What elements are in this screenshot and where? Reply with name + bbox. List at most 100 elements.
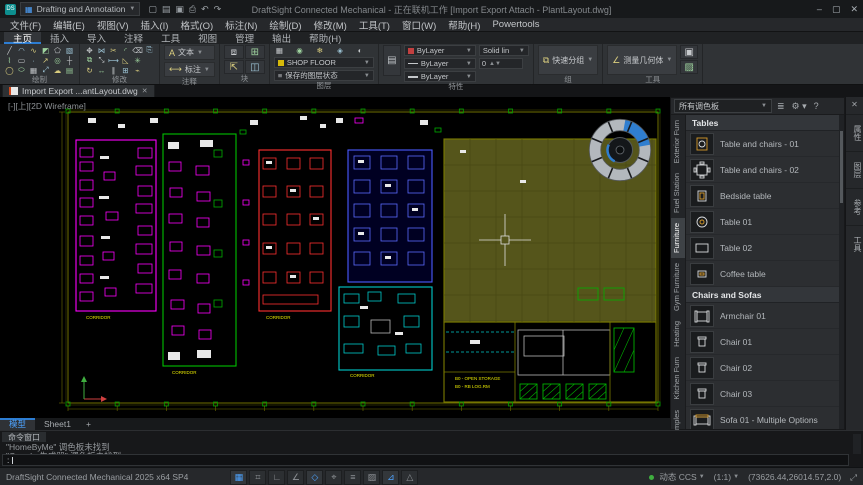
- offset-icon[interactable]: ∥: [108, 65, 119, 75]
- centerline-icon[interactable]: ┼: [64, 55, 75, 65]
- undo-icon[interactable]: ↶: [201, 4, 209, 15]
- layer-lock-icon[interactable]: ◈: [334, 45, 345, 55]
- annotation-scale-toggle[interactable]: △: [401, 470, 418, 485]
- menu-item-8[interactable]: 工具(T): [353, 18, 396, 32]
- help-icon[interactable]: ?: [812, 101, 821, 111]
- new-icon[interactable]: ▢: [148, 4, 157, 15]
- dimension-button[interactable]: ⟷标注▼: [164, 62, 215, 77]
- ribbon-tab-5[interactable]: 视图: [189, 31, 226, 44]
- viewport-label[interactable]: [-][上][2D Wireframe]: [8, 100, 86, 112]
- spline-icon[interactable]: ∿: [28, 45, 39, 55]
- palette-item[interactable]: Sofa 01 - Multiple Options: [686, 407, 839, 429]
- extend-icon[interactable]: ⟼: [108, 55, 119, 65]
- ribbon-tab-0[interactable]: 主页: [4, 31, 41, 44]
- workspace-selector[interactable]: ▦ Drafting and Annotation ▼: [20, 2, 140, 16]
- layer-freeze-icon[interactable]: ❄: [314, 45, 325, 55]
- layer-isolate-icon[interactable]: ◐: [355, 45, 366, 55]
- document-tab[interactable]: Import Export ...antLayout.dwg ✕: [2, 84, 155, 97]
- ribbon-tab-2[interactable]: 导入: [78, 31, 115, 44]
- polyline-icon[interactable]: ⌇: [4, 55, 15, 65]
- polygon-icon[interactable]: ⬠: [52, 45, 63, 55]
- move-icon[interactable]: ✥: [84, 45, 95, 55]
- properties-icon[interactable]: ▤: [383, 45, 401, 76]
- stretch-icon[interactable]: ↔: [96, 65, 107, 75]
- open-icon[interactable]: ▤: [162, 4, 171, 15]
- wipeout-icon[interactable]: ▧: [64, 45, 75, 55]
- save-icon[interactable]: ▣: [175, 4, 184, 15]
- palette-scrollbar[interactable]: [839, 115, 844, 429]
- linestyle-dropdown[interactable]: ByLayer▼: [404, 58, 476, 69]
- list-view-icon[interactable]: ≣: [775, 101, 787, 112]
- menu-item-6[interactable]: 绘制(D): [263, 18, 307, 32]
- palette-item[interactable]: Coffee table: [686, 261, 839, 287]
- pattern-icon[interactable]: ⊞: [120, 65, 131, 75]
- define-block-icon[interactable]: ⊞: [245, 45, 265, 59]
- pattern-fill-icon[interactable]: ▤: [64, 65, 75, 75]
- menu-item-10[interactable]: 帮助(H): [442, 18, 486, 32]
- arc-icon[interactable]: ◠: [16, 45, 27, 55]
- palette-item[interactable]: Table 02: [686, 235, 839, 261]
- docked-tab-2[interactable]: 参考: [846, 188, 863, 225]
- redo-icon[interactable]: ↷: [214, 4, 222, 15]
- palette-item[interactable]: Table 01: [686, 209, 839, 235]
- erase-icon[interactable]: ⌫: [132, 45, 143, 55]
- command-window[interactable]: 命令窗口 "HomeByMe" 调色板未找到"G-code 生成器" 调色板未找…: [0, 430, 863, 468]
- menu-item-9[interactable]: 窗口(W): [396, 18, 442, 32]
- command-input[interactable]: :: [2, 454, 849, 466]
- point-icon[interactable]: ·: [28, 55, 39, 65]
- print-icon[interactable]: ⎙: [189, 4, 196, 15]
- palette-tab-gym-furniture[interactable]: Gym Furniture: [671, 258, 685, 316]
- hide-entities-icon[interactable]: ▨: [680, 60, 698, 74]
- palette-tab-exterior-furn[interactable]: Exterior Furn: [671, 115, 685, 168]
- maximize-button[interactable]: ▢: [832, 4, 841, 15]
- layer-dropdown[interactable]: SHOP FLOOR ▼: [274, 57, 374, 68]
- color-dropdown[interactable]: ByLayer▼: [404, 45, 476, 56]
- menu-item-11[interactable]: Powertools: [486, 19, 545, 30]
- region-icon[interactable]: ◩: [40, 45, 51, 55]
- insert-block-icon[interactable]: ⧈: [224, 45, 244, 59]
- command-scrollbar[interactable]: [853, 434, 861, 454]
- quick-input-toggle[interactable]: ⊿: [382, 470, 399, 485]
- ribbon-tab-3[interactable]: 注释: [115, 31, 152, 44]
- ellipse-icon[interactable]: ⬭: [16, 65, 27, 75]
- palette-item[interactable]: Bedside table: [686, 183, 839, 209]
- ribbon-tab-1[interactable]: 插入: [41, 31, 78, 44]
- attach-reference-icon[interactable]: ⇱: [224, 60, 244, 74]
- palette-item[interactable]: Chair 01: [686, 329, 839, 355]
- linestyle-name-dropdown[interactable]: Solid lin▼: [479, 45, 529, 56]
- menu-item-0[interactable]: 文件(F): [4, 18, 47, 32]
- transparency-toggle[interactable]: ▨: [363, 470, 380, 485]
- trim-icon[interactable]: ✂: [108, 45, 119, 55]
- minimize-button[interactable]: –: [817, 4, 822, 15]
- palette-item[interactable]: Table and chairs - 02: [686, 157, 839, 183]
- chamfer-icon[interactable]: ◺: [120, 55, 131, 65]
- ccs-selector[interactable]: 动态 CCS▼: [649, 471, 704, 483]
- fillet-icon[interactable]: ◜: [120, 45, 131, 55]
- line-icon[interactable]: ╱: [4, 45, 15, 55]
- scale-icon[interactable]: ⤡: [96, 55, 107, 65]
- layer-manager-icon[interactable]: ▦: [274, 45, 285, 55]
- scale-selector[interactable]: (1:1)▼: [714, 472, 739, 482]
- palette-tab-furniture[interactable]: Furniture: [671, 218, 685, 258]
- polar-toggle[interactable]: ∠: [287, 470, 304, 485]
- close-button[interactable]: ✕: [850, 4, 858, 15]
- explode-icon[interactable]: ✳: [132, 55, 143, 65]
- ortho-toggle[interactable]: ∟: [268, 470, 285, 485]
- palette-item[interactable]: Chair 03: [686, 381, 839, 407]
- grid-toggle[interactable]: ▦: [230, 470, 247, 485]
- docked-tab-3[interactable]: 工具: [846, 225, 863, 262]
- palette-scrollbar-thumb[interactable]: [840, 131, 843, 203]
- ribbon-tab-7[interactable]: 输出: [263, 31, 300, 44]
- add-sheet-button[interactable]: +: [80, 418, 97, 430]
- rectangle-icon[interactable]: ▭: [16, 55, 27, 65]
- palette-tab-kitchen-furn[interactable]: Kitchen Furn: [671, 352, 685, 405]
- ring-icon[interactable]: ◎: [52, 55, 63, 65]
- ribbon-tab-6[interactable]: 管理: [226, 31, 263, 44]
- lineweight-toggle[interactable]: ≡: [344, 470, 361, 485]
- snap-toggle[interactable]: ⌗: [249, 470, 266, 485]
- sheet-tab-0[interactable]: 模型: [0, 418, 35, 430]
- text-button[interactable]: A文本▼: [164, 45, 215, 60]
- weld-join-icon[interactable]: ⌁: [132, 65, 143, 75]
- palette-close-icon[interactable]: ✕: [851, 97, 858, 114]
- menu-item-4[interactable]: 格式(O): [174, 18, 219, 32]
